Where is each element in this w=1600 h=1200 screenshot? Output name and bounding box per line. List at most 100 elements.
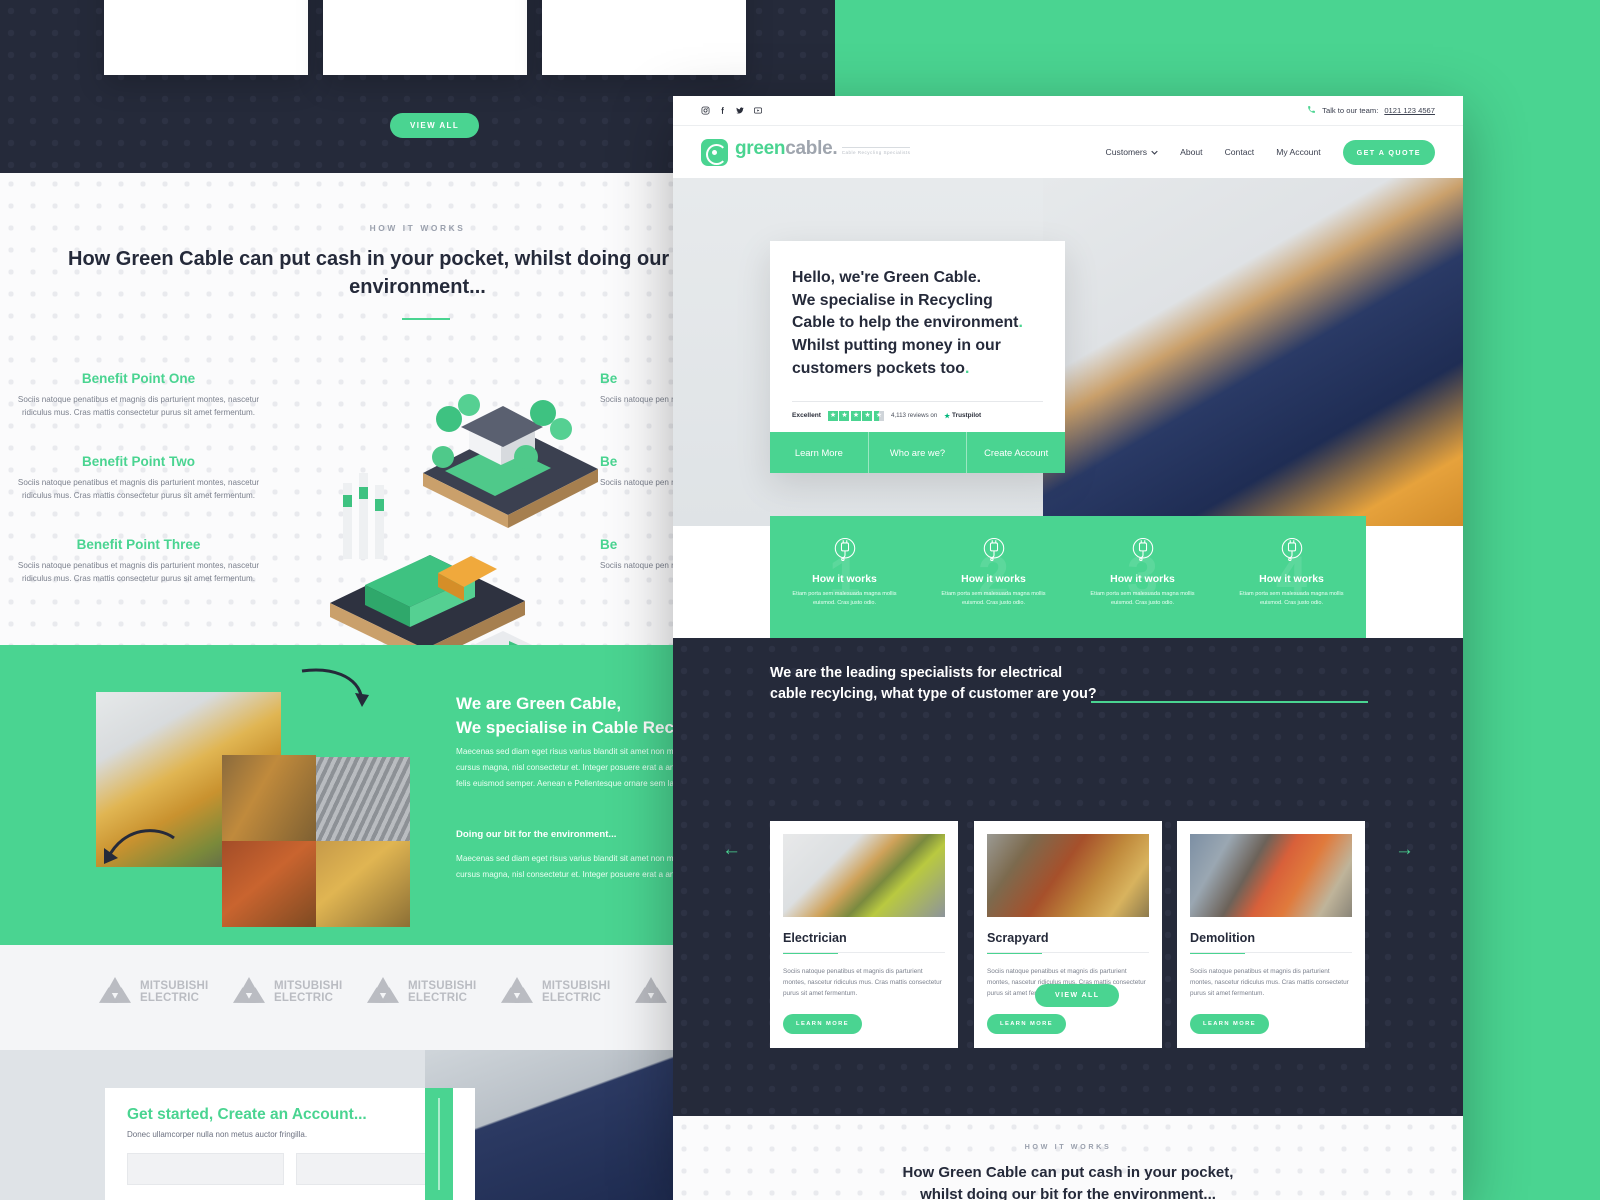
- brand-logo-mitsubishi-2: MITSUBISHI ELECTRIC: [228, 977, 343, 1011]
- hero-heading: Hello, we're Green Cable. We specialise …: [792, 269, 1023, 377]
- logo-tagline: Cable Recycling Specialists: [841, 146, 911, 155]
- plug-icon: [1277, 535, 1307, 565]
- utility-topbar: Talk to our team: 0121 123 4567: [673, 96, 1463, 126]
- mitsubishi-diamond-icon: [496, 977, 538, 1011]
- youtube-icon[interactable]: [753, 106, 763, 115]
- brand-line-2: ELECTRIC: [408, 992, 468, 1004]
- step-body: Etiam porta sem malesuada magna mollis e…: [941, 591, 1046, 606]
- account-first-name-input[interactable]: [127, 1153, 284, 1185]
- about-photo-rebar: [316, 757, 410, 843]
- green-cable-logo-icon: [701, 138, 728, 166]
- about-photo-copper: [222, 755, 316, 841]
- back-card-2[interactable]: montes, nascetur ridiculus mus. Cras mat…: [323, 0, 527, 75]
- card-photo: [1190, 834, 1352, 917]
- about-subheading: Doing our bit for the environment...: [456, 829, 617, 840]
- contact-phone[interactable]: Talk to our team: 0121 123 4567: [1307, 105, 1435, 116]
- site-logo[interactable]: greencable. Cable Recycling Specialists: [701, 137, 911, 166]
- section-heading: How Green Cable can put cash in your poc…: [902, 1164, 1234, 1200]
- brand-line-1: MITSUBISHI: [274, 979, 343, 992]
- learn-more-button[interactable]: LEARN MORE: [987, 1013, 1066, 1034]
- back-card-3[interactable]: montes, nascetur ridiculus mus. Cras mat…: [542, 0, 746, 75]
- plug-icon: [979, 535, 1009, 565]
- logo-word-cable: cable.: [785, 137, 838, 159]
- brand-logo-mitsubishi-5: [630, 977, 672, 1011]
- hero-cta-who-are-we[interactable]: Who are we?: [868, 431, 968, 473]
- learn-more-button[interactable]: LEARN MORE: [783, 1013, 862, 1034]
- carousel-prev-arrow[interactable]: ←: [722, 840, 741, 859]
- how-it-works-item-4[interactable]: 4 How it works Etiam porta sem malesuada…: [1217, 516, 1366, 638]
- hero-photo-worker: [1043, 178, 1463, 526]
- learn-more-button[interactable]: LEARN MORE: [1190, 1013, 1269, 1034]
- customers-section: We are the leading specialists for elect…: [673, 638, 1463, 1116]
- card-body: Sociis natoque penatibus et magnis dis p…: [1190, 968, 1349, 998]
- hero-section: Hello, we're Green Cable. We specialise …: [673, 178, 1463, 526]
- heading-underline: [402, 318, 450, 320]
- plug-icon: [1128, 535, 1158, 565]
- customer-card-demolition[interactable]: Demolition Sociis natoque penatibus et m…: [1177, 821, 1365, 1048]
- phone-label: Talk to our team:: [1322, 106, 1379, 115]
- how-it-works-strip: 1 How it works Etiam porta sem malesuada…: [770, 516, 1366, 638]
- hero-line-3: Cable to help the environment: [792, 314, 1019, 332]
- how-it-works-item-1[interactable]: 1 How it works Etiam porta sem malesuada…: [770, 516, 919, 638]
- nav-item-contact[interactable]: Contact: [1225, 147, 1255, 157]
- customer-card-scrapyard[interactable]: Scrapyard Sociis natoque penatibus et ma…: [974, 821, 1162, 1048]
- brand-line-2: ELECTRIC: [542, 992, 602, 1004]
- trustpilot-brand-label: Trustpilot: [952, 412, 982, 420]
- view-all-button[interactable]: VIEW ALL: [1035, 984, 1120, 1007]
- account-heading: Get started, Create an Account...: [127, 1106, 367, 1123]
- hero-line-5: customers pockets too: [792, 359, 965, 377]
- hero-line-4: Whilst putting money in our: [792, 337, 1001, 355]
- hero-cta-create-account[interactable]: Create Account: [967, 431, 1066, 473]
- hero-line-1: Hello, we're Green Cable.: [792, 269, 981, 286]
- step-body: Etiam porta sem malesuada magna mollis e…: [1090, 591, 1195, 606]
- card-photo: [783, 834, 945, 917]
- account-card: Get started, Create an Account... Donec …: [105, 1088, 475, 1200]
- mitsubishi-diamond-icon: [362, 977, 404, 1011]
- step-title: How it works: [812, 573, 877, 585]
- brand-line-2: ELECTRIC: [274, 992, 334, 1004]
- nav-label: My Account: [1276, 147, 1321, 157]
- customers-heading: We are the leading specialists for elect…: [770, 665, 1097, 703]
- brand-line-2: ELECTRIC: [140, 992, 200, 1004]
- trustpilot-stars: ★ ★ ★ ★ ★: [827, 410, 884, 421]
- brand-logo-mitsubishi-3: MITSUBISHI ELECTRIC: [362, 977, 477, 1011]
- card-title: Electrician: [783, 931, 847, 945]
- back-card-1[interactable]: montes, nascetur ridiculus mus. Cras mat…: [104, 0, 308, 75]
- phone-number-link[interactable]: 0121 123 4567: [1384, 106, 1435, 115]
- brand-logo-mitsubishi-4: MITSUBISHI ELECTRIC: [496, 977, 611, 1011]
- brand-line-1: MITSUBISHI: [542, 979, 611, 992]
- brand-line-1: MITSUBISHI: [140, 979, 209, 992]
- curved-arrow-icon: [301, 668, 369, 707]
- carousel-next-arrow[interactable]: →: [1395, 840, 1414, 859]
- social-links: [701, 106, 763, 115]
- mitsubishi-diamond-icon: [630, 977, 672, 1011]
- trustpilot-rating[interactable]: Excellent ★ ★ ★ ★ ★ 4,113 reviews on ★ Trust…: [792, 402, 1043, 432]
- nav-item-customers[interactable]: Customers: [1106, 147, 1159, 157]
- trustpilot-rating-word: Excellent: [792, 412, 821, 420]
- nav-label: Customers: [1105, 147, 1148, 157]
- instagram-icon[interactable]: [701, 106, 710, 115]
- brand-line-1: MITSUBISHI: [408, 979, 477, 992]
- how-it-works-item-2[interactable]: 2 How it works Etiam porta sem malesuada…: [919, 516, 1068, 638]
- hero-cta-learn-more[interactable]: Learn More: [770, 431, 869, 473]
- twitter-icon[interactable]: [735, 106, 745, 115]
- customer-card-electrician[interactable]: Electrician Sociis natoque penatibus et …: [770, 821, 958, 1048]
- about-photo-brass: [316, 841, 410, 927]
- hero-cta-group: Learn More Who are we? Create Account: [770, 431, 1066, 473]
- account-accent-bar: [425, 1088, 453, 1200]
- section-kicker: HOW IT WORKS: [1024, 1142, 1112, 1151]
- view-all-button[interactable]: VIEW ALL: [390, 113, 480, 138]
- bottom-how-it-works-section: HOW IT WORKS How Green Cable can put cas…: [673, 1116, 1463, 1200]
- account-body: Donec ullamcorper nulla non metus auctor…: [127, 1130, 308, 1139]
- nav-item-about[interactable]: About: [1180, 147, 1202, 157]
- star-icon: ★: [944, 412, 951, 420]
- card-body: Sociis natoque penatibus et magnis dis p…: [783, 968, 942, 998]
- card-divider: [987, 952, 1149, 953]
- facebook-icon[interactable]: [718, 106, 727, 115]
- plug-icon: [830, 535, 860, 565]
- how-it-works-item-3[interactable]: 3 How it works Etiam porta sem malesuada…: [1068, 516, 1217, 638]
- customers-heading-rule: [1091, 701, 1368, 703]
- nav-item-my-account[interactable]: My Account: [1276, 147, 1320, 157]
- step-title: How it works: [1259, 573, 1324, 585]
- get-a-quote-button[interactable]: GET A QUOTE: [1342, 139, 1435, 165]
